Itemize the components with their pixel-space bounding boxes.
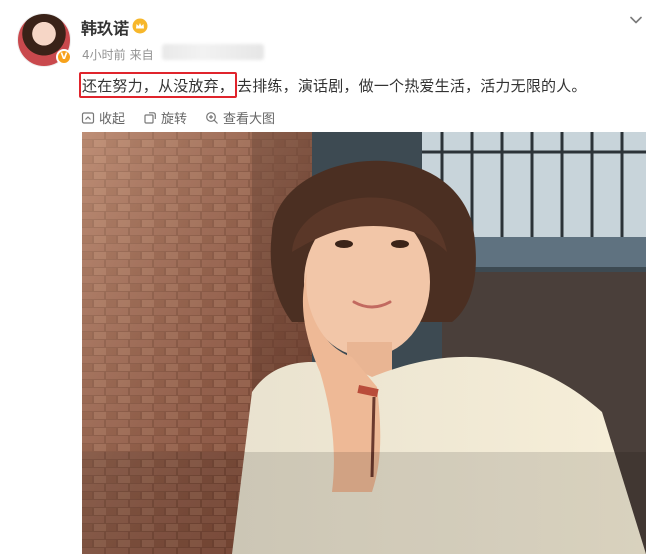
collapse-icon [81,111,95,124]
rotate-label: 旋转 [161,112,188,127]
post-photo[interactable] [82,132,646,554]
highlighted-text: 还在努力，从没放弃， [79,72,238,98]
view-large-button[interactable]: 查看大图 [205,108,275,127]
post-meta: 4小时前 来自 [82,46,154,63]
rotate-icon [144,111,156,124]
view-large-label: 查看大图 [223,112,276,127]
post-time[interactable]: 4小时前 [82,48,126,62]
post-source: 来自 [129,48,154,62]
rotate-button[interactable]: 旋转 [143,108,187,127]
collapse-label: 收起 [99,112,126,127]
username[interactable]: 韩玖诺 [81,15,129,39]
weibo-post: V 韩玖诺 4小时前 来自 还在努力，从没放弃， 去排练，演话剧，做一个热爱生活，活… [0,0,660,554]
zoom-in-icon [206,111,218,124]
collapse-button[interactable]: 收起 [81,108,125,127]
blurred-source [162,44,264,60]
media-actions: 收起 旋转 查看大图 [81,108,275,127]
crown-icon [132,18,148,34]
chevron-down-icon[interactable] [628,12,644,28]
selfie-photo-illustration [82,132,646,554]
avatar[interactable]: V [17,13,72,67]
verified-badge-icon: V [56,49,72,65]
post-text: 还在努力，从没放弃， 去排练，演话剧，做一个热爱生活，活力无限的人。 [79,72,587,98]
post-text-rest: 去排练，演话剧，做一个热爱生活，活力无限的人。 [237,77,587,95]
